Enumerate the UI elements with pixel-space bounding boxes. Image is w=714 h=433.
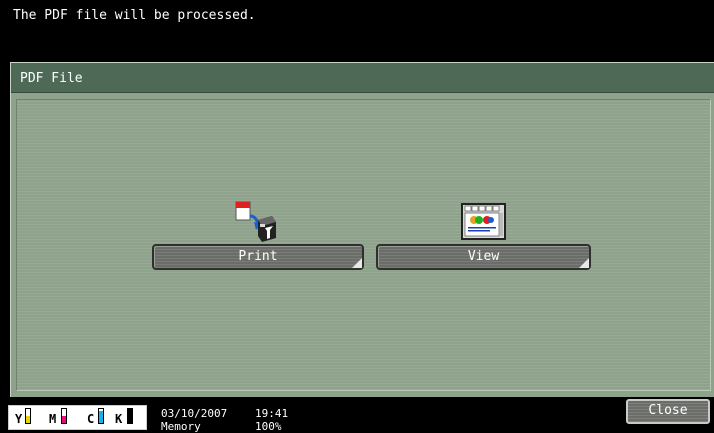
pdf-file-panel: PDF File xyxy=(10,62,714,398)
toner-bar-m xyxy=(61,408,67,424)
toner-bar-c xyxy=(98,408,104,424)
view-button-label: View xyxy=(467,249,500,264)
panel-title-bar: PDF File xyxy=(11,63,714,93)
view-document-icon xyxy=(461,203,506,240)
panel-title: PDF File xyxy=(20,71,83,86)
date-display: 03/10/2007 xyxy=(161,407,228,420)
memory-value: 100% xyxy=(255,420,282,433)
message-bar: The PDF file will be processed. xyxy=(0,0,714,60)
toner-label-c: C xyxy=(87,412,95,426)
button-corner-indicator xyxy=(352,258,362,268)
button-corner-indicator xyxy=(579,258,589,268)
time-display: 19:41 xyxy=(255,407,289,420)
toner-label-k: K xyxy=(115,412,123,426)
print-button[interactable]: Print xyxy=(152,244,364,270)
toner-label-y: Y xyxy=(15,412,23,426)
print-button-label: Print xyxy=(238,249,278,264)
memory-label: Memory xyxy=(161,420,201,433)
message-text: The PDF file will be processed. xyxy=(13,8,256,23)
toner-bar-y xyxy=(25,408,31,424)
close-button[interactable]: Close xyxy=(626,399,710,424)
close-button-label: Close xyxy=(648,403,688,418)
toner-bar-k xyxy=(127,408,133,424)
toner-level-indicator: Y M C K xyxy=(8,405,147,430)
view-button[interactable]: View xyxy=(376,244,591,270)
toner-label-m: M xyxy=(49,412,57,426)
panel-content-area xyxy=(16,99,711,391)
print-document-icon xyxy=(235,201,276,242)
